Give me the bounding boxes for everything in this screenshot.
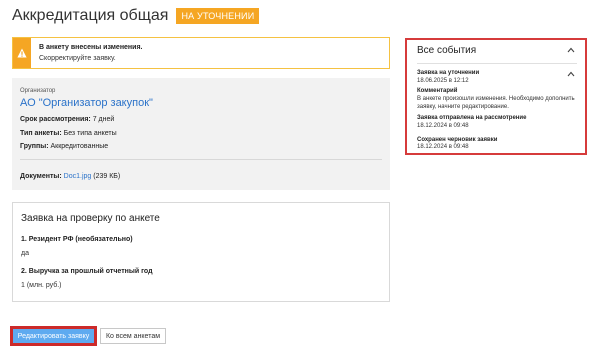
divider: [20, 159, 382, 160]
edit-application-button[interactable]: Редактировать заявку: [10, 326, 97, 346]
status-badge: НА УТОЧНЕНИИ: [176, 8, 260, 24]
event-comment: В анкете произошли изменения. Необходимо…: [417, 96, 575, 110]
documents: Документы: Doc1.jpg (239 КБ): [20, 173, 120, 180]
event-title: Заявка отправлена на рассмотрение: [417, 115, 527, 121]
event-date: 18.12.2024 в 09:48: [417, 144, 469, 150]
changes-alert: В анкету внесены изменения. Скорректируй…: [12, 37, 390, 69]
organizer-name-link[interactable]: АО "Организатор закупок": [20, 97, 153, 109]
review-period: Срок рассмотрения: 7 дней: [20, 116, 114, 123]
groups-value: Аккредитованные: [48, 143, 109, 150]
page-title: Аккредитация общая: [12, 7, 169, 24]
question-answer: 1 (млн. руб.): [21, 282, 62, 289]
documents-label: Документы:: [20, 173, 62, 180]
alert-text: Скорректируйте заявку.: [39, 55, 116, 62]
warning-icon: [17, 48, 27, 58]
form-title: Заявка на проверку по анкете: [21, 213, 160, 224]
all-forms-button[interactable]: Ко всем анкетам: [100, 328, 166, 344]
events-panel: Все события Заявка на уточнении 18.06.20…: [405, 38, 587, 155]
document-size: (239 КБ): [91, 173, 121, 180]
document-link[interactable]: Doc1.jpg: [64, 173, 92, 180]
question-answer: да: [21, 250, 29, 257]
chevron-up-icon[interactable]: [567, 47, 575, 53]
question-label: 2. Выручка за прошлый отчетный год: [21, 268, 153, 275]
groups: Группы: Аккредитованные: [20, 143, 108, 150]
application-form-card: Заявка на проверку по анкете 1. Резидент…: [12, 202, 390, 302]
question-label: 1. Резидент РФ (необязательно): [21, 236, 133, 243]
divider: [417, 63, 577, 64]
review-period-value: 7 дней: [90, 116, 115, 123]
organizer-label: Организатор: [20, 88, 56, 94]
groups-label: Группы:: [20, 143, 49, 150]
organizer-card: Организатор АО "Организатор закупок" Сро…: [12, 78, 390, 190]
page-header: Аккредитация общая НА УТОЧНЕНИИ: [12, 7, 260, 25]
form-type-label: Тип анкеты:: [20, 130, 62, 137]
event-date: 18.12.2024 в 09:48: [417, 123, 469, 129]
event-title: Комментарий: [417, 88, 458, 94]
event-title: Заявка на уточнении: [417, 70, 480, 76]
events-title: Все события: [417, 45, 477, 56]
review-period-label: Срок рассмотрения:: [20, 116, 91, 123]
form-type: Тип анкеты: Без типа анкеты: [20, 130, 117, 137]
alert-icon-box: [13, 38, 31, 68]
event-title: Сохранен черновик заявки: [417, 137, 498, 143]
form-type-value: Без типа анкеты: [61, 130, 117, 137]
chevron-up-icon[interactable]: [567, 71, 575, 77]
event-date: 18.06.2025 в 12:12: [417, 78, 469, 84]
alert-title: В анкету внесены изменения.: [39, 44, 143, 51]
